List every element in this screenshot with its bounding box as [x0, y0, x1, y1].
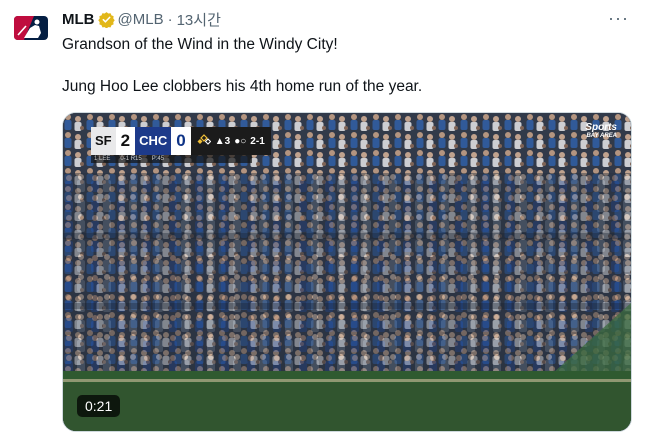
tweet-text: Grandson of the Wind in the Windy City! … — [62, 35, 622, 97]
sub-right: P:45 — [151, 156, 165, 162]
post-time[interactable]: 13시간 — [177, 9, 221, 30]
inning: ▲3 — [214, 135, 231, 147]
account-handle[interactable]: @MLB — [118, 11, 164, 28]
count: 2-1 — [250, 135, 265, 147]
tweet-header: MLB @MLB · 13시간 — [62, 9, 221, 29]
outs-icon: ●○ — [234, 135, 247, 147]
network-name: Sports — [585, 122, 617, 133]
verified-badge-icon — [97, 11, 115, 28]
away-team: SF — [91, 127, 116, 155]
video-player[interactable]: SF 2 CHC 0 ▲3 ●○ 2-1 1 LEE 0-1 R15 P:45 … — [62, 112, 632, 432]
mlb-logo-icon[interactable] — [14, 16, 48, 40]
game-state: ▲3 ●○ 2-1 — [190, 127, 271, 155]
tweet-line-1: Grandson of the Wind in the Windy City! — [62, 36, 338, 53]
tweet-line-2: Jung Hoo Lee clobbers his 4th home run o… — [62, 78, 423, 95]
base-diamond-icon — [197, 133, 211, 149]
home-score: 0 — [171, 127, 191, 155]
separator-dot: · — [167, 10, 173, 28]
sub-away: 1 LEE — [94, 156, 111, 162]
network-logo: Sports BAY AREA — [585, 123, 617, 141]
scorebug-sub: 1 LEE 0-1 R15 P:45 — [91, 155, 252, 163]
scorebug: SF 2 CHC 0 ▲3 ●○ 2-1 — [91, 127, 271, 155]
video-duration: 0:21 — [77, 395, 121, 417]
more-options-icon[interactable]: ··· — [608, 9, 629, 27]
account-name[interactable]: MLB — [62, 11, 95, 28]
network-sub: BAY AREA — [586, 133, 617, 139]
away-score: 2 — [115, 127, 136, 155]
home-team: CHC — [135, 127, 172, 155]
sub-mid: 0-1 R15 — [120, 156, 142, 162]
